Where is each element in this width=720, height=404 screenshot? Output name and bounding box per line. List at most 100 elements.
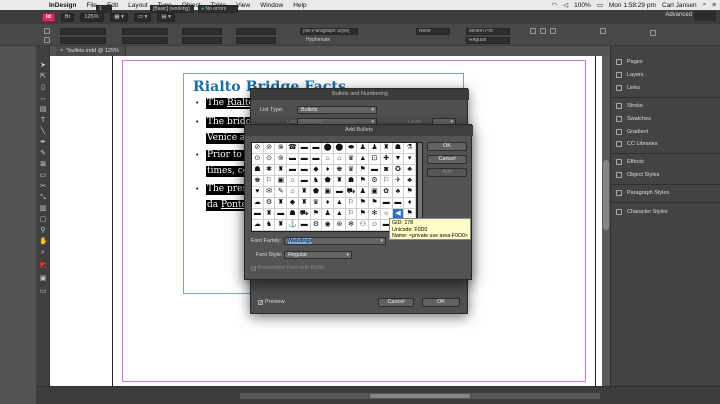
glyph-cell[interactable]: ⛟ — [345, 187, 358, 198]
gradient-tool-icon[interactable]: ▥ — [39, 205, 47, 213]
glyph-cell[interactable]: ♛ — [345, 165, 358, 176]
zoom-tool-icon[interactable]: ⌕ — [39, 249, 47, 257]
glyph-cell[interactable]: ⊙ — [252, 154, 264, 165]
page-tool-icon[interactable]: ▯ — [39, 84, 47, 92]
battery-percent[interactable]: 100% — [574, 2, 591, 9]
glyph-cell[interactable]: ❄ — [345, 220, 358, 231]
bullets-ok-button[interactable]: OK — [422, 298, 460, 307]
add-bullets-cancel-button[interactable]: Cancel — [427, 155, 467, 164]
glyph-cell[interactable]: ⬤ — [322, 143, 334, 154]
list-type-select[interactable]: Bullets — [297, 106, 377, 114]
free-transform-tool-icon[interactable]: ⤡ — [39, 194, 47, 202]
glyph-cell[interactable]: ⌂ — [287, 176, 299, 187]
line-tool-icon[interactable]: ╲ — [39, 128, 47, 136]
view-options-button[interactable]: ▦ ▾ — [110, 12, 128, 22]
bullets-cancel-button[interactable]: Cancel — [378, 298, 414, 307]
glyph-cell[interactable]: ▬ — [298, 154, 311, 165]
glyph-cell[interactable]: ⌂ — [322, 154, 334, 165]
glyph-cell[interactable]: ▬ — [334, 187, 346, 198]
glyph-cell[interactable]: ⊘ — [263, 143, 276, 154]
glyph-cell[interactable]: ♣ — [392, 187, 405, 198]
last-line-indent-field[interactable] — [122, 37, 168, 44]
shading-select[interactable]: None — [416, 28, 450, 35]
glyph-cell[interactable]: ☁ — [252, 220, 264, 231]
hand-tool-icon[interactable]: ✋ — [39, 238, 48, 246]
glyph-cell[interactable]: ⚑ — [357, 176, 370, 187]
glyph-cell[interactable]: ▬ — [392, 198, 405, 209]
remember-font-checkbox[interactable]: ✓ Remember Font with Bullet — [251, 265, 324, 271]
spotlight-icon[interactable]: ⌕ — [703, 1, 707, 9]
glyph-cell[interactable]: ⚐ — [380, 176, 393, 187]
glyph-cell[interactable]: ▬ — [310, 154, 323, 165]
control-panel-menu-icon[interactable] — [650, 30, 656, 36]
arrange-documents-button[interactable]: ▤ ▾ — [157, 12, 175, 22]
paragraph-formatting-icon[interactable] — [44, 37, 50, 43]
glyph-cell[interactable]: ♥ — [252, 187, 264, 198]
glyph-cell[interactable]: ▲ — [357, 154, 370, 165]
glyph-cell[interactable]: ⛟ — [298, 209, 311, 220]
glyph-cell[interactable]: ▼ — [392, 154, 405, 165]
glyph-cell[interactable]: ▬ — [287, 154, 299, 165]
font-family-select[interactable]: Minion Pro — [466, 28, 510, 35]
glyph-cell[interactable]: ♚ — [334, 165, 346, 176]
glyph-cell[interactable]: ▬ — [275, 209, 288, 220]
glyph-cell[interactable]: ♟ — [369, 143, 381, 154]
glyph-cell[interactable]: ◆ — [310, 165, 323, 176]
glyph-cell[interactable]: ⚑ — [369, 198, 381, 209]
eyedropper-tool-icon[interactable]: ⚲ — [39, 227, 47, 235]
panel-cc-libraries[interactable]: CC Libraries — [610, 139, 720, 149]
font-family-select[interactable]: Webdings — [284, 237, 386, 245]
font-style-select[interactable]: Regular — [466, 37, 510, 44]
glyph-cell[interactable]: ◙ — [380, 165, 393, 176]
panel-gradient[interactable]: Gradient — [610, 127, 720, 137]
glyph-cell[interactable]: ⚑ — [357, 209, 370, 220]
glyph-cell[interactable]: ⚙ — [310, 220, 323, 231]
glyph-cell[interactable]: ♜ — [298, 187, 311, 198]
bullet-line-1[interactable]: The Rialto — [206, 98, 250, 109]
drop-cap-chars-field[interactable] — [236, 37, 276, 44]
hyphenate-checkbox-label[interactable]: Hyphenate — [306, 37, 330, 43]
zoom-level-field[interactable]: 125% — [80, 12, 105, 22]
glyph-cell[interactable]: ⬤ — [334, 143, 346, 154]
pencil-tool-icon[interactable]: ✎ — [39, 150, 47, 158]
formatting-affects-container-icon[interactable]: ▣ — [39, 275, 47, 283]
menu-help[interactable]: Help — [288, 2, 311, 9]
stock-search-field[interactable] — [694, 11, 716, 21]
glyph-cell[interactable]: ♟ — [357, 143, 370, 154]
screen-mode-icon[interactable]: ▭ — [39, 288, 47, 296]
clock[interactable]: Mon 1:58:29 pm — [609, 2, 656, 9]
direct-selection-tool-icon[interactable]: ⇱ — [39, 73, 47, 81]
glyph-cell[interactable]: ⚑ — [357, 165, 370, 176]
glyph-cell[interactable]: ♜ — [275, 220, 288, 231]
right-indent-field[interactable] — [122, 28, 168, 35]
workspace-switcher[interactable]: Advanced — [665, 12, 692, 18]
glyph-cell[interactable]: ♜ — [263, 209, 276, 220]
glyph-cell[interactable]: ✉ — [263, 187, 276, 198]
glyph-cell[interactable]: ⬟ — [322, 176, 334, 187]
align-left-icon[interactable] — [530, 28, 536, 34]
glyph-cell[interactable]: ▬ — [310, 143, 323, 154]
glyph-cell[interactable]: ♛ — [310, 198, 323, 209]
glyph-cell[interactable]: ▬ — [298, 165, 311, 176]
glyph-cell[interactable]: ♜ — [275, 198, 288, 209]
glyph-cell[interactable]: ♛ — [345, 154, 358, 165]
glyph-cell[interactable]: ✚ — [380, 154, 393, 165]
panel-layers[interactable]: Layers — [610, 70, 720, 80]
bridge-button[interactable]: Br — [60, 12, 75, 22]
glyph-cell[interactable]: ⊚ — [275, 154, 288, 165]
glyph-cell[interactable]: ⚗ — [404, 143, 416, 154]
glyph-cell[interactable]: ♦ — [322, 198, 334, 209]
panel-swatches[interactable]: Swatches — [610, 114, 720, 124]
columns-icon[interactable] — [600, 28, 606, 34]
user-name[interactable]: Carl Jansen — [662, 2, 697, 9]
glyph-cell[interactable]: ▣ — [322, 187, 334, 198]
panel-object-styles[interactable]: Object Styles — [610, 170, 720, 180]
glyph-cell[interactable]: ✪ — [392, 165, 405, 176]
panel-paragraph-styles[interactable]: Paragraph Styles — [610, 188, 720, 198]
glyph-cell[interactable]: ◉ — [322, 220, 334, 231]
panel-pages[interactable]: Pages — [610, 57, 720, 67]
menu-layout[interactable]: Layout — [123, 2, 153, 9]
page-number-field[interactable]: 1 — [96, 5, 112, 13]
glyph-cell[interactable]: ☗ — [287, 209, 299, 220]
glyph-cell[interactable]: ▣ — [369, 187, 381, 198]
